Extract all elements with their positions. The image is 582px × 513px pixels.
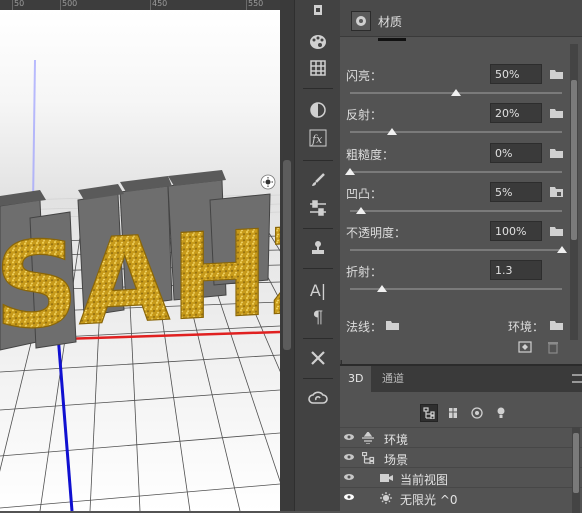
slider-handle[interactable] <box>376 285 387 292</box>
ruler-label: 550 <box>248 0 264 8</box>
fx-label: fx <box>311 133 323 146</box>
environment-folder-icon[interactable] <box>550 320 563 330</box>
clone-stamp-icon[interactable] <box>305 236 331 260</box>
scrollbar-thumb[interactable] <box>573 433 579 493</box>
reflection-input[interactable]: 20% <box>490 103 542 123</box>
light-widget-icon[interactable] <box>260 174 276 190</box>
refraction-label: 折射： <box>346 265 383 279</box>
eye-icon[interactable] <box>344 433 354 441</box>
roughness-input[interactable]: 0% <box>490 143 542 163</box>
shine-label: 闪亮： <box>346 69 383 83</box>
material-swatch[interactable] <box>378 38 406 41</box>
material-filter-icon[interactable] <box>468 404 486 422</box>
tab-3d[interactable]: 3D <box>340 366 372 392</box>
layer-list-scrollbar[interactable] <box>572 427 580 513</box>
layer-row-current-view[interactable]: 当前视图 <box>340 467 582 488</box>
3d-scene-view[interactable]: SAHZ <box>0 10 280 511</box>
ruler-label: 500 <box>62 0 78 8</box>
layer-row-environment[interactable]: 环境 <box>340 427 582 448</box>
3d-filter-bar <box>420 404 510 422</box>
material-section-label: 材质 <box>378 15 403 29</box>
properties-footer <box>340 332 582 360</box>
tab-channels[interactable]: 通道 <box>374 366 412 392</box>
bump-slider[interactable] <box>350 207 562 214</box>
opacity-input[interactable]: 100% <box>490 221 542 241</box>
folder-icon[interactable] <box>550 69 563 79</box>
bump-input[interactable]: 5% <box>490 182 542 202</box>
light-icon <box>380 492 392 504</box>
opacity-label: 不透明度： <box>346 226 407 240</box>
new-material-icon[interactable] <box>518 341 532 353</box>
scene-icon <box>362 452 375 464</box>
palette-icon[interactable] <box>305 30 331 54</box>
layer-name: 场景 <box>384 453 409 467</box>
material-icon[interactable] <box>351 11 371 31</box>
scrollbar-thumb[interactable] <box>283 160 291 350</box>
shine-input[interactable]: 50% <box>490 64 542 84</box>
mesh-filter-icon[interactable] <box>444 404 462 422</box>
refraction-input[interactable]: 1.3 <box>490 260 542 280</box>
scene-filter-icon[interactable] <box>420 404 438 422</box>
adjust-sliders-icon[interactable] <box>305 196 331 220</box>
layer-row-infinite-light[interactable]: 无限光 ^0 <box>340 487 582 508</box>
character-icon[interactable]: A| <box>305 278 331 302</box>
eye-icon[interactable] <box>344 493 354 501</box>
eye-icon[interactable] <box>344 473 354 481</box>
folder-icon[interactable] <box>550 108 563 118</box>
camera-icon <box>380 474 393 482</box>
3d-panel-tabs: 3D 通道 <box>340 366 582 392</box>
ruler-label: 450 <box>152 0 168 8</box>
shine-slider[interactable] <box>350 89 562 96</box>
grid-icon[interactable] <box>305 56 331 80</box>
ruler-label: 50 <box>14 0 25 8</box>
properties-header: 材质 <box>340 0 582 37</box>
fx-icon[interactable]: fx <box>305 126 331 150</box>
environment-icon <box>362 432 374 444</box>
folder-icon[interactable] <box>550 226 563 236</box>
refraction-slider[interactable] <box>350 285 562 292</box>
panel-menu-icon[interactable] <box>572 374 582 383</box>
panel-icon-column: fx A| ¶ <box>294 0 342 511</box>
scene-3d-text: SAHZ <box>0 199 280 356</box>
slider-handle[interactable] <box>451 89 461 96</box>
creative-cloud-icon[interactable] <box>305 386 331 410</box>
roughness-label: 粗糙度： <box>346 148 395 162</box>
properties-panel: 材质 闪亮： 50% 反射： 20% 粗糙度： 0% 凹凸： 5% 不透明度： … <box>340 0 582 360</box>
adjustment-icon[interactable] <box>305 98 331 122</box>
canvas-scrollbar[interactable] <box>280 0 294 511</box>
layer-name: 环境 <box>384 433 409 447</box>
3d-panel: 3D 通道 环境 场景 当前视图 无限光 ^0 <box>340 364 582 513</box>
3d-layer-list: 环境 场景 当前视图 无限光 ^0 <box>340 427 582 513</box>
trash-icon[interactable] <box>547 340 559 354</box>
scrollbar-thumb[interactable] <box>571 80 577 240</box>
opacity-slider[interactable] <box>350 246 567 253</box>
slider-handle[interactable] <box>557 246 567 253</box>
light-filter-icon[interactable] <box>492 404 510 422</box>
document-canvas[interactable]: 50 500 450 550 SAHZ <box>0 0 280 511</box>
roughness-slider[interactable] <box>345 168 562 175</box>
layer-name: 当前视图 <box>400 473 449 487</box>
layer-name: 无限光 ^0 <box>400 493 458 507</box>
bump-texture-icon[interactable] <box>550 186 563 198</box>
reflection-slider[interactable] <box>350 128 562 135</box>
layer-row-scene[interactable]: 场景 <box>340 447 582 468</box>
bump-label: 凹凸： <box>346 187 383 201</box>
tools-icon[interactable] <box>305 346 331 370</box>
slider-handle[interactable] <box>345 168 355 175</box>
folder-icon[interactable] <box>550 148 563 158</box>
slider-handle[interactable] <box>355 207 366 214</box>
3d-view-icon[interactable] <box>305 0 331 24</box>
slider-handle[interactable] <box>387 128 398 135</box>
properties-scrollbar[interactable] <box>570 44 578 340</box>
eye-icon[interactable] <box>344 453 354 461</box>
paragraph-icon[interactable]: ¶ <box>305 306 331 330</box>
reflection-label: 反射： <box>346 108 383 122</box>
brush-icon[interactable] <box>305 168 331 192</box>
normal-folder-icon[interactable] <box>386 320 399 330</box>
